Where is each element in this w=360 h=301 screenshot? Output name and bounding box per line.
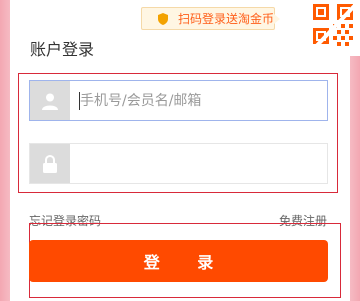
- login-button[interactable]: 登 录: [29, 240, 328, 282]
- qr-code-corner[interactable]: [307, 0, 360, 56]
- shield-icon: [158, 12, 168, 25]
- password-field[interactable]: [29, 143, 328, 184]
- qr-code-icon: [307, 0, 360, 56]
- password-input[interactable]: [80, 144, 320, 183]
- lock-icon: [43, 154, 57, 173]
- user-icon: [42, 93, 58, 110]
- qr-login-promo-badge[interactable]: 扫码登录送淘金币: [141, 7, 280, 30]
- password-icon-box: [30, 144, 70, 183]
- username-icon-box: [30, 81, 70, 120]
- username-input[interactable]: [80, 81, 320, 120]
- promo-text: 扫码登录送淘金币: [178, 12, 275, 26]
- username-field[interactable]: [29, 80, 328, 121]
- page-title: 账户登录: [30, 40, 95, 59]
